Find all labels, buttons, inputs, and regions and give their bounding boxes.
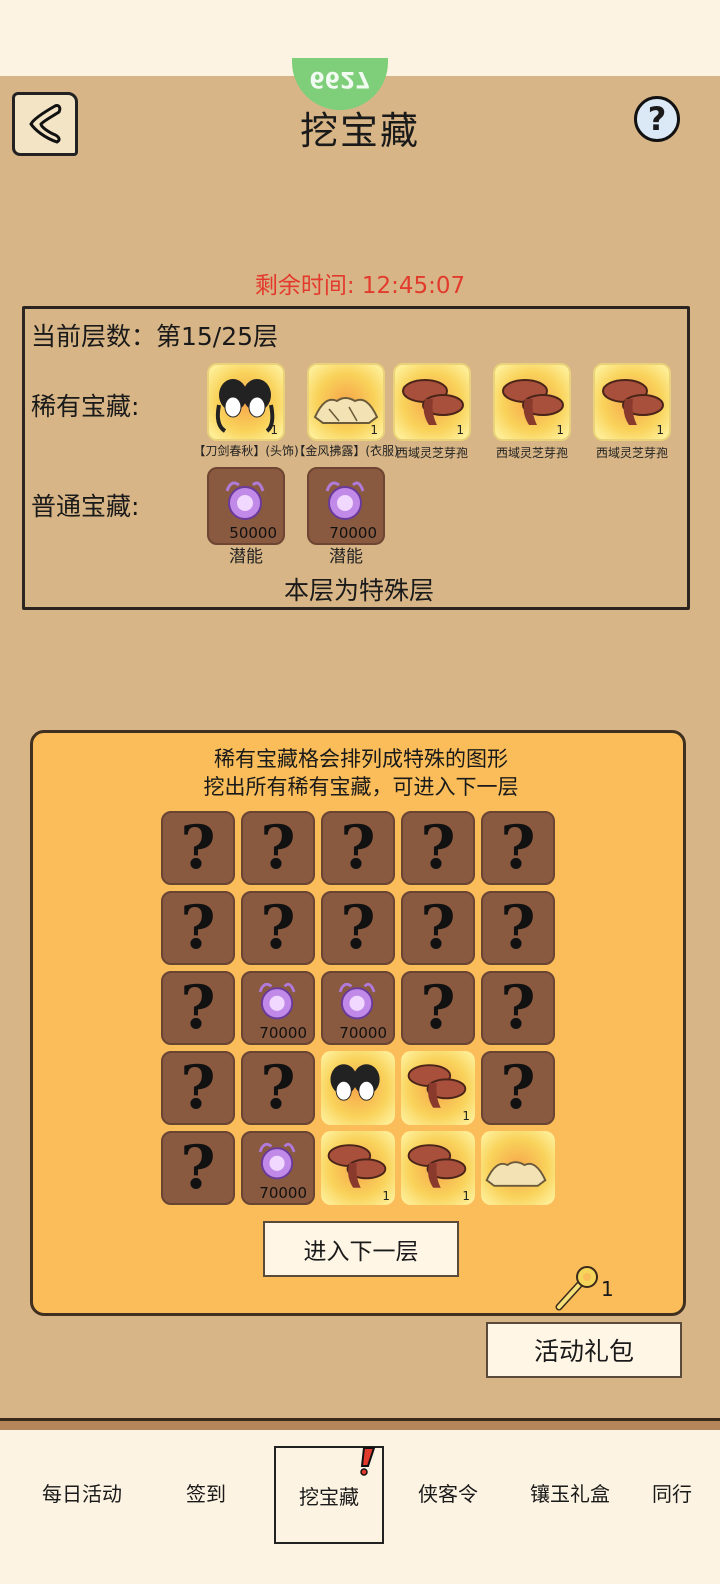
question-mark-icon: ? (260, 813, 296, 883)
revealed-tile[interactable] (481, 1131, 555, 1205)
hidden-tile[interactable]: ? (161, 1051, 235, 1125)
hint-line-1: 稀有宝藏格会排列成特殊的图形 (214, 747, 508, 771)
item-name: 西域灵芝芽孢 (495, 446, 568, 460)
revealed-tile[interactable]: 70000 (241, 1131, 315, 1205)
hint-line-2: 挖出所有稀有宝藏，可进入下一层 (203, 775, 519, 799)
common-item[interactable]: 70000 潜能 (291, 467, 401, 567)
item-qty: 50000 (229, 524, 277, 542)
potential-orb-icon: 50000 (207, 467, 285, 545)
tile-qty: 70000 (259, 1024, 307, 1042)
hidden-tile[interactable]: ? (321, 811, 395, 885)
question-mark-icon: ? (180, 1133, 216, 1203)
hidden-tile[interactable]: ? (161, 891, 235, 965)
revealed-tile[interactable]: 70000 (241, 971, 315, 1045)
hidden-tile[interactable]: ? (161, 1131, 235, 1205)
tab-jade-giftbox[interactable]: 镶玉礼盒 (530, 1478, 610, 1507)
revealed-tile[interactable] (321, 1051, 395, 1125)
question-mark-icon: ? (500, 1053, 536, 1123)
tab-xiake-ling[interactable]: 侠客令 (418, 1478, 478, 1507)
potential-orb-icon: 70000 (307, 467, 385, 545)
tab-daily-activity[interactable]: 每日活动 (42, 1478, 122, 1507)
item-name: 【刀剑春秋】(头饰) (193, 444, 299, 458)
hidden-tile[interactable]: ? (161, 971, 235, 1045)
question-mark-icon: ? (260, 1053, 296, 1123)
question-mark-icon: ? (180, 973, 216, 1043)
item-name: 西域灵芝芽孢 (595, 446, 668, 460)
item-name: 潜能 (229, 547, 263, 567)
rare-item[interactable]: 1 西域灵芝芽孢 (477, 363, 587, 460)
lingzhi-mushroom-icon: 1 (393, 363, 471, 441)
question-mark-icon: ? (180, 1053, 216, 1123)
question-mark-icon: ? (500, 813, 536, 883)
event-gift-button[interactable]: 活动礼包 (486, 1322, 682, 1378)
tab-sign-in[interactable]: 签到 (186, 1478, 226, 1507)
item-name: 潜能 (329, 547, 363, 567)
hairstyle-icon (321, 1051, 395, 1125)
robe-icon (481, 1131, 555, 1205)
common-item[interactable]: 50000 潜能 (191, 467, 301, 567)
tile-qty: 1 (382, 1189, 390, 1203)
help-icon[interactable]: ? (634, 96, 680, 142)
hidden-tile[interactable]: ? (481, 1051, 555, 1125)
hidden-tile[interactable]: ? (321, 891, 395, 965)
rare-item[interactable]: 1 西域灵芝芽孢 (377, 363, 487, 460)
item-qty: 1 (656, 423, 664, 437)
hidden-tile[interactable]: ? (161, 811, 235, 885)
floor-label: 当前层数：第15/25层 (31, 322, 279, 351)
hairstyle-icon: 1 (207, 363, 285, 441)
question-mark-icon: ? (500, 973, 536, 1043)
question-mark-icon: ? (260, 893, 296, 963)
revealed-tile[interactable]: 1 (401, 1131, 475, 1205)
hidden-tile[interactable]: ? (481, 971, 555, 1045)
hidden-tile[interactable]: ? (401, 891, 475, 965)
lingzhi-mushroom-icon: 1 (493, 363, 571, 441)
hidden-tile[interactable]: ? (241, 891, 315, 965)
rare-item[interactable]: 1 【刀剑春秋】(头饰) (191, 363, 301, 458)
hidden-tile[interactable]: ? (241, 1051, 315, 1125)
rare-treasure-label: 稀有宝藏: (31, 392, 140, 421)
question-mark-icon: ? (340, 893, 376, 963)
next-floor-button[interactable]: 进入下一层 (263, 1221, 459, 1277)
page-title: 挖宝藏 (299, 109, 420, 153)
question-mark-icon: ? (340, 813, 376, 883)
special-floor-note: 本层为特殊层 (283, 576, 434, 605)
bottom-divider (0, 1418, 720, 1430)
revealed-tile[interactable]: 1 (321, 1131, 395, 1205)
tile-qty: 1 (462, 1109, 470, 1123)
hidden-tile[interactable]: ? (401, 811, 475, 885)
item-qty: 1 (270, 423, 278, 437)
key-count: 1 (601, 1277, 614, 1301)
robe-icon: 1 (307, 363, 385, 441)
notification-badge-icon (360, 1447, 376, 1476)
common-treasure-label: 普通宝藏: (31, 492, 140, 521)
question-mark-icon: ? (500, 893, 536, 963)
tile-qty: 70000 (339, 1024, 387, 1042)
key-icon (555, 1266, 598, 1311)
hidden-tile[interactable]: ? (401, 971, 475, 1045)
hidden-tile[interactable]: ? (241, 811, 315, 885)
item-qty: 70000 (329, 524, 377, 542)
hidden-tile[interactable]: ? (481, 891, 555, 965)
rare-item[interactable]: 1 西域灵芝芽孢 (577, 363, 687, 460)
item-name: 西域灵芝芽孢 (395, 446, 468, 460)
question-mark-icon: ? (180, 893, 216, 963)
question-mark-icon: ? (420, 813, 456, 883)
tile-qty: 70000 (259, 1184, 307, 1202)
question-mark-icon: ? (420, 893, 456, 963)
hidden-tile[interactable]: ? (481, 811, 555, 885)
top-badge-text: 6627 (309, 66, 371, 91)
question-mark-icon: ? (420, 973, 456, 1043)
question-mark-icon: ? (180, 813, 216, 883)
revealed-tile[interactable]: 70000 (321, 971, 395, 1045)
tile-qty: 1 (462, 1189, 470, 1203)
floor-info-box: 当前层数：第15/25层 稀有宝藏: 普通宝藏: 1 【刀剑春秋】(头饰) 1 … (22, 306, 690, 610)
item-qty: 1 (556, 423, 564, 437)
revealed-tile[interactable]: 1 (401, 1051, 475, 1125)
tab-tongxing[interactable]: 同行 (652, 1478, 692, 1507)
remaining-time: 剩余时间: 12:45:07 (254, 273, 466, 299)
item-qty: 1 (456, 423, 464, 437)
lingzhi-mushroom-icon: 1 (593, 363, 671, 441)
dig-panel: 稀有宝藏格会排列成特殊的图形 挖出所有稀有宝藏，可进入下一层 ?????????… (30, 730, 686, 1316)
